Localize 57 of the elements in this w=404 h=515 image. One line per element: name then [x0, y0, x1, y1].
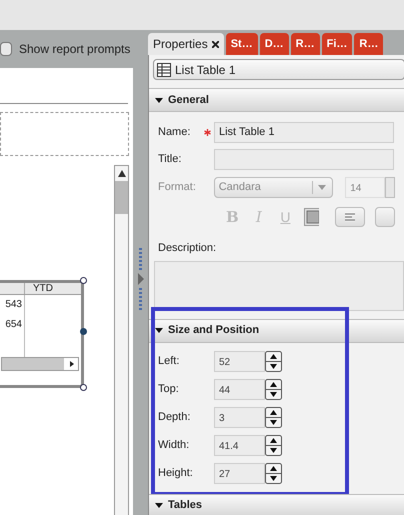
report-header-area[interactable] [0, 112, 129, 156]
checkbox-label: Show report prompts [19, 41, 130, 58]
resize-handle[interactable] [80, 328, 87, 335]
up-arrow-icon[interactable] [118, 170, 126, 177]
column-header: YTD [32, 283, 53, 294]
number-field[interactable]: 3 [214, 406, 265, 428]
number-field[interactable]: 44 [214, 378, 265, 400]
field-label: Format: [158, 180, 197, 195]
collapse-triangle-icon[interactable] [155, 328, 163, 333]
spinner-arrows-icon[interactable] [265, 462, 282, 484]
table-cell-text: 543 [4, 298, 23, 312]
title-field[interactable] [214, 148, 394, 170]
align-left-button[interactable] [334, 207, 365, 227]
number-field[interactable]: 41.4 [214, 434, 265, 456]
collapse-triangle-icon[interactable] [155, 98, 163, 102]
description-field[interactable] [154, 260, 404, 310]
field-label: Name: [158, 124, 192, 140]
scroll-thumb[interactable] [115, 181, 128, 214]
checkbox[interactable] [0, 42, 12, 56]
tab[interactable]: Fi… [322, 33, 352, 55]
name-field[interactable]: List Table 1 [214, 122, 394, 142]
list-table-widget[interactable]: YTD 543 654 [0, 280, 84, 388]
field-label: Depth: [158, 410, 192, 425]
close-icon[interactable] [212, 40, 219, 48]
collapse-triangle-icon[interactable] [155, 503, 163, 508]
tab[interactable]: R… [290, 33, 320, 55]
align-left-icon [344, 212, 355, 222]
table-cell-text: 654 [4, 318, 23, 332]
tab[interactable]: Properties [148, 33, 224, 55]
spinner-arrows-icon[interactable] [265, 350, 282, 372]
number-field[interactable]: 27 [214, 462, 265, 484]
section-header[interactable]: Tables [149, 494, 404, 515]
text-color-icon[interactable] [304, 208, 319, 226]
section-header[interactable]: Size and Position [149, 318, 404, 342]
field-label: Description: [158, 241, 218, 256]
expand-arrow-icon[interactable] [138, 273, 144, 285]
object-selector[interactable]: List Table 1 [153, 59, 404, 80]
grip-icon [138, 288, 142, 310]
number-field[interactable]: 52 [214, 350, 265, 372]
field-label: Title: [158, 152, 182, 167]
vertical-scrollbar[interactable] [114, 165, 129, 515]
field-label: Left: [158, 354, 180, 369]
table-icon [157, 62, 171, 76]
spinner-arrows-icon[interactable] [265, 378, 282, 400]
tab[interactable]: St… [226, 33, 258, 55]
tab[interactable]: R… [354, 33, 384, 55]
field-label: Width: [158, 438, 190, 453]
resize-handle[interactable] [80, 384, 87, 391]
horizontal-scrollbar[interactable] [1, 357, 79, 371]
section-header[interactable]: General [149, 88, 404, 112]
grip-icon [138, 248, 142, 270]
spinner-arrows-icon[interactable] [265, 406, 282, 428]
field-label: Height: [158, 466, 194, 481]
resize-handle[interactable] [80, 277, 87, 284]
field-label: Top: [158, 382, 180, 397]
spinner-arrows-icon[interactable] [265, 434, 282, 456]
tab[interactable]: D… [260, 33, 289, 55]
